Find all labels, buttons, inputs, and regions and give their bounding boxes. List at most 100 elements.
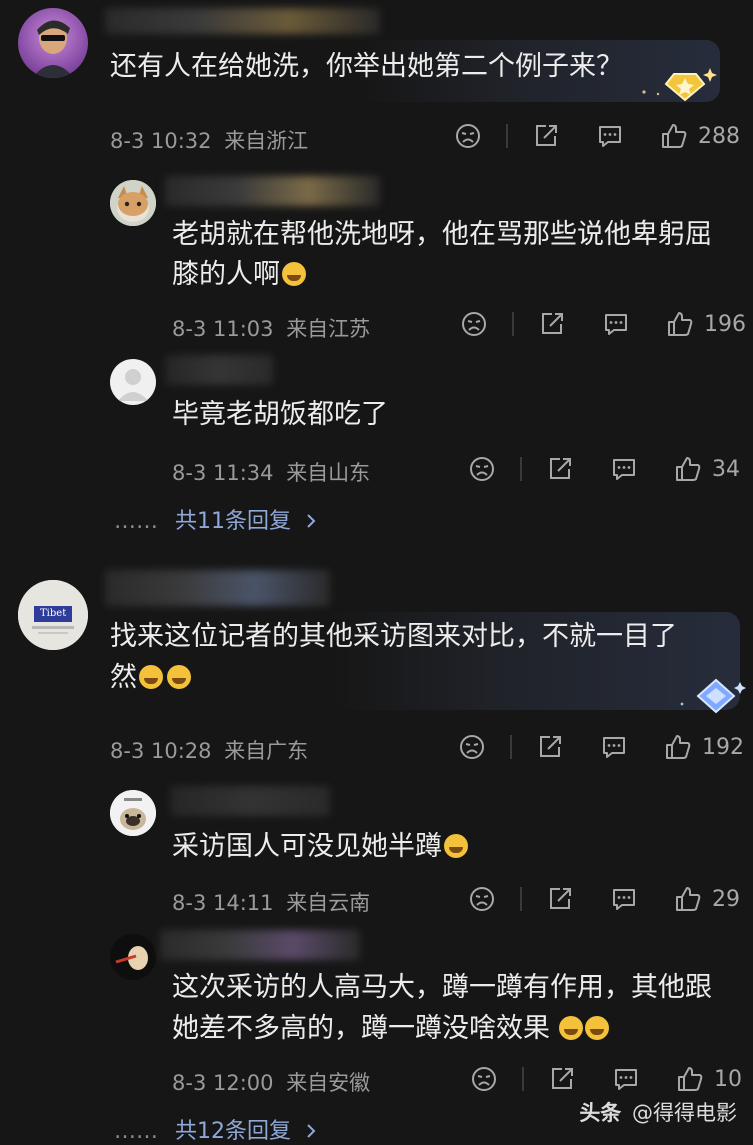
reply-actions: 29: [468, 885, 740, 913]
username-blurred[interactable]: [105, 8, 380, 34]
badge-icon: [680, 678, 746, 714]
dislike-icon: [470, 887, 494, 911]
reply-button[interactable]: [610, 455, 638, 483]
like-count: 196: [704, 311, 746, 337]
comment-location: 来自浙江: [224, 129, 309, 153]
dislike-icon: [462, 312, 486, 336]
like-button[interactable]: 34: [674, 455, 740, 483]
comment-actions: 288: [454, 122, 740, 150]
reply-button[interactable]: [596, 122, 624, 150]
like-button[interactable]: 288: [660, 122, 740, 150]
reply-text: 采访国人可没见她半蹲: [172, 826, 468, 868]
avatar[interactable]: [110, 934, 156, 980]
reply-meta: 8-3 12:00 来自安徽: [172, 1071, 371, 1095]
comment-icon: [613, 459, 635, 480]
share-button[interactable]: [548, 1065, 576, 1093]
comment-time: 8-3 10:32: [110, 129, 212, 153]
avatar[interactable]: [110, 359, 156, 405]
share-icon: [550, 458, 571, 479]
reply-text-line-2: 膝的人啊: [172, 254, 306, 296]
like-button[interactable]: 29: [674, 885, 740, 913]
reply-meta: 8-3 11:34 来自山东: [172, 461, 371, 485]
dislike-button[interactable]: [468, 885, 496, 913]
share-icon: [536, 125, 557, 146]
reply-meta: 8-3 14:11 来自云南: [172, 891, 371, 915]
dislike-button[interactable]: [468, 455, 496, 483]
comment-actions: 192: [458, 733, 744, 761]
avatar[interactable]: [110, 790, 156, 836]
dislike-icon: [472, 1067, 496, 1091]
share-button[interactable]: [546, 885, 574, 913]
comment-text: 还有人在给她洗，你举出她第二个例子来？: [110, 51, 623, 82]
reply-text-line-1: 这次采访的人高马大，蹲一蹲有作用，其他跟: [172, 972, 712, 1003]
more-replies-link[interactable]: 共12条回复: [175, 1119, 291, 1144]
divider: [520, 887, 522, 911]
username-blurred[interactable]: [160, 930, 360, 960]
comment-meta: 8-3 10:28 来自广东: [110, 739, 309, 763]
dislike-button[interactable]: [460, 310, 488, 338]
like-count: 34: [712, 456, 740, 482]
divider: [520, 457, 522, 481]
share-icon: [552, 1068, 573, 1089]
username-blurred[interactable]: [165, 355, 273, 385]
reply-actions: 34: [468, 455, 740, 483]
reply-button[interactable]: [610, 885, 638, 913]
more-dots: ……: [114, 1119, 158, 1144]
laugh-cry-emoji: [584, 1016, 609, 1040]
divider: [506, 124, 508, 148]
share-button[interactable]: [538, 310, 566, 338]
comment-icon: [613, 889, 635, 910]
dislike-button[interactable]: [458, 733, 486, 761]
like-icon: [668, 312, 693, 336]
share-icon: [550, 888, 571, 909]
shush-emoji: [444, 834, 468, 858]
like-icon: [666, 735, 691, 759]
like-count: 29: [712, 886, 740, 912]
comment-icon: [615, 1069, 637, 1090]
share-button[interactable]: [532, 122, 560, 150]
reply-button[interactable]: [602, 310, 630, 338]
dislike-icon: [470, 457, 494, 481]
reply-button[interactable]: [600, 733, 628, 761]
avatar[interactable]: [18, 8, 88, 78]
more-replies-link[interactable]: 共11条回复: [175, 509, 291, 534]
laugh-cry-emoji: [558, 1016, 583, 1040]
username-blurred[interactable]: [105, 570, 330, 606]
more-replies[interactable]: …… 共11条回复: [114, 503, 318, 535]
like-icon: [662, 124, 687, 148]
avatar[interactable]: [110, 180, 156, 226]
share-icon: [542, 313, 563, 334]
shush-emoji: [139, 665, 163, 689]
shush-emoji: [167, 665, 191, 689]
more-replies[interactable]: …… 共12条回复: [114, 1113, 318, 1145]
reply-meta: 8-3 11:03 来自江苏: [172, 317, 371, 341]
reply-text: 毕竟老胡饭都吃了: [172, 399, 388, 430]
share-button[interactable]: [536, 733, 564, 761]
avatar-text: Tibet: [40, 608, 67, 619]
like-count: 288: [698, 123, 740, 149]
more-dots: ……: [114, 509, 158, 534]
reply-button[interactable]: [612, 1065, 640, 1093]
comment-icon: [603, 737, 625, 758]
dislike-button[interactable]: [470, 1065, 498, 1093]
reply-text-line-1: 老胡就在帮他洗地呀，他在骂那些说他卑躬屈: [172, 219, 712, 250]
username-blurred[interactable]: [170, 786, 330, 816]
divider: [522, 1067, 524, 1091]
share-icon: [540, 736, 561, 757]
username-blurred[interactable]: [165, 176, 380, 206]
chevron-right-icon: [307, 514, 316, 528]
avatar[interactable]: Tibet: [18, 580, 88, 650]
like-icon: [678, 1067, 703, 1091]
chevron-right-icon: [307, 1124, 316, 1138]
reply-actions: 10: [470, 1065, 742, 1093]
watermark-brand: 头条: [579, 1101, 622, 1125]
share-button[interactable]: [546, 455, 574, 483]
watermark: 头条 @得得电影: [579, 1097, 737, 1127]
like-button[interactable]: 10: [676, 1065, 742, 1093]
like-count: 192: [702, 734, 744, 760]
comment-text-line-1: 找来这位记者的其他采访图来对比，不就一目了: [110, 621, 677, 652]
dislike-button[interactable]: [454, 122, 482, 150]
like-button[interactable]: 192: [664, 733, 744, 761]
like-button[interactable]: 196: [666, 310, 746, 338]
divider: [512, 312, 514, 336]
